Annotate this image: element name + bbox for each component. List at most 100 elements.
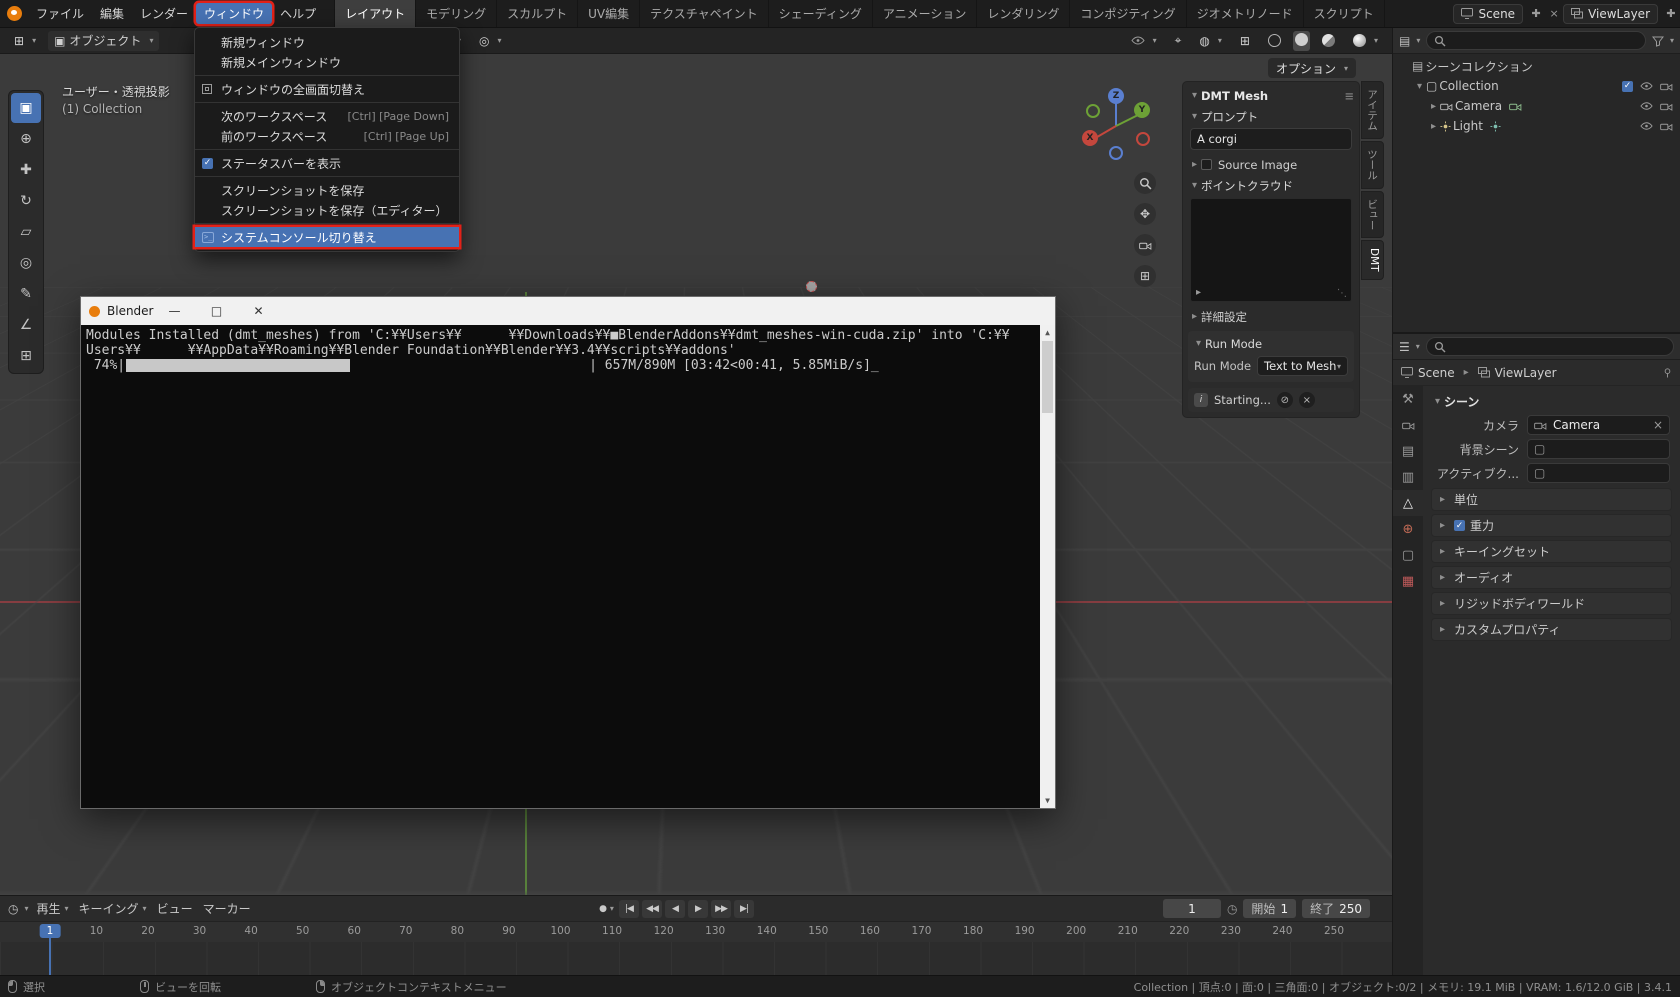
output-tab[interactable]: ▤ <box>1393 438 1423 464</box>
options-dropdown[interactable]: オプション ▾ <box>1267 58 1356 78</box>
section-キーイングセット[interactable]: ▸ キーイングセット <box>1431 540 1672 563</box>
menu-item[interactable]: 前のワークスペース [Ctrl] [Page Up] <box>195 126 459 146</box>
play-reverse-button[interactable]: ◀ <box>665 899 685 918</box>
editor-type-button[interactable]: ⊞ ▾ <box>8 31 42 51</box>
annotate-tool[interactable]: ✎ <box>11 279 41 309</box>
workspace-tab[interactable]: シェーディング <box>769 0 873 27</box>
shading-rendered-button[interactable]: ▾ <box>1347 31 1384 51</box>
camera-view-icon[interactable] <box>1134 234 1156 256</box>
menu-item[interactable]: 新規メインウィンドウ <box>195 52 459 72</box>
hide-eye-icon[interactable] <box>1640 122 1653 130</box>
menu-edit[interactable]: 編集 <box>92 3 132 24</box>
view-layer-selector[interactable]: ViewLayer <box>1563 3 1658 24</box>
timeline-editor-type-button[interactable]: ◷ ▾ <box>8 902 29 916</box>
system-console-window[interactable]: Blender — □ ✕ Modules Installed (dmt_mes… <box>80 296 1056 809</box>
scrollbar-thumb[interactable] <box>1042 341 1053 413</box>
menu-item[interactable]: 次のワークスペース [Ctrl] [Page Down] <box>195 106 459 126</box>
scene-selector[interactable]: Scene <box>1453 3 1524 24</box>
current-frame-field[interactable]: 1 <box>1162 899 1221 918</box>
new-view-layer-button[interactable]: ✚ <box>1662 4 1680 24</box>
breadcrumb-scene[interactable]: Scene <box>1418 366 1455 380</box>
workspace-tab[interactable]: ジオメトリノード <box>1187 0 1304 27</box>
expand-chevron-icon[interactable]: ▸ <box>1427 121 1440 132</box>
collection-tab[interactable]: ▢ <box>1393 542 1423 568</box>
minimize-button[interactable]: — <box>154 297 196 325</box>
jump-prev-keyframe-button[interactable]: ◀◀ <box>642 899 662 918</box>
gizmo-y-negative[interactable] <box>1086 104 1100 118</box>
timeline-ruler[interactable]: 1102030405060708090100110120130140150160… <box>0 922 1392 975</box>
workspace-tab[interactable]: コンポジティング <box>1070 0 1187 27</box>
measure-tool[interactable]: ∠ <box>11 310 41 340</box>
auto-keying-icon[interactable]: ● ▾ <box>596 900 616 918</box>
view-layer-tab[interactable]: ▥ <box>1393 464 1423 490</box>
pointcloud-preview[interactable]: ▸ ⋱ <box>1190 198 1352 302</box>
menu-help[interactable]: ヘルプ <box>272 3 324 24</box>
advanced-settings-row[interactable]: ▸ 詳細設定 <box>1186 306 1356 327</box>
mode-dropdown[interactable]: ▣ オブジェクト ▾ <box>48 30 160 51</box>
sidebar-tab-アイテム[interactable]: アイテム <box>1361 81 1384 139</box>
current-frame-line[interactable] <box>49 938 51 975</box>
scroll-up-icon[interactable]: ▲ <box>1045 325 1050 340</box>
workspace-tab[interactable]: UV編集 <box>578 0 641 27</box>
clear-icon[interactable]: × <box>1653 418 1663 432</box>
disable-render-camera-icon[interactable] <box>1660 82 1673 91</box>
ortho-toggle-icon[interactable]: ⊞ <box>1134 265 1156 287</box>
select-box-tool[interactable]: ▣ <box>11 93 41 123</box>
outliner-row-Light[interactable]: ▸ Light <box>1393 116 1680 136</box>
アクティブク...-field[interactable]: ▢ <box>1527 463 1670 483</box>
filter-button[interactable]: ▾ <box>1651 35 1674 47</box>
outliner-row-シーンコレクション[interactable]: ▤ シーンコレクション <box>1393 56 1680 76</box>
render-tab[interactable] <box>1393 412 1423 438</box>
disable-render-camera-icon[interactable] <box>1660 122 1673 131</box>
dmt-panel-header[interactable]: ▾ DMT Mesh ≡ <box>1186 85 1356 106</box>
blender-logo-icon[interactable] <box>7 6 22 21</box>
workspace-tab[interactable]: レンダリング <box>977 0 1071 27</box>
disable-render-camera-icon[interactable] <box>1660 102 1673 111</box>
workspace-tab[interactable]: テクスチャペイント <box>640 0 769 27</box>
menu-item[interactable]: スクリーンショットを保存（エディター） <box>195 200 459 220</box>
timeline-menu-再生[interactable]: 再生 ▾ <box>37 900 69 917</box>
timeline-menu-マーカー[interactable]: マーカー <box>203 900 251 917</box>
section-単位[interactable]: ▸ 単位 <box>1431 488 1672 511</box>
pin-icon[interactable] <box>1663 367 1672 379</box>
run-mode-dropdown[interactable]: Text to Mesh ▾ <box>1257 356 1348 376</box>
カメラ-field[interactable]: Camera × <box>1527 415 1670 435</box>
gizmo-y-axis[interactable]: Y <box>1134 102 1150 118</box>
xray-toggle[interactable]: ⊞ <box>1234 31 1256 51</box>
overlays-toggle[interactable]: ◍ ▾ <box>1193 31 1228 51</box>
current-frame-marker[interactable]: 1 <box>39 924 61 938</box>
timeline-menu-キーイング[interactable]: キーイング ▾ <box>79 900 147 917</box>
jump-last-button[interactable]: ▶| <box>734 899 754 918</box>
menu-render[interactable]: レンダー <box>132 3 196 24</box>
pan-hand-icon[interactable]: ✥ <box>1134 203 1156 225</box>
breadcrumb-view-layer[interactable]: ViewLayer <box>1495 366 1557 380</box>
prompt-input[interactable]: A corgi <box>1190 128 1352 150</box>
new-scene-button[interactable]: ✚ <box>1527 4 1545 24</box>
console-scrollbar[interactable]: ▲ ▼ <box>1040 325 1055 808</box>
workspace-tab[interactable]: アニメーション <box>873 0 978 27</box>
close-icon[interactable]: × <box>1298 392 1315 408</box>
shading-wireframe-button[interactable] <box>1262 31 1287 51</box>
play-forward-button[interactable]: ▶ <box>688 899 708 918</box>
navigation-gizmo[interactable]: Z Y X <box>1078 88 1154 164</box>
source-image-row[interactable]: ▸ Source Image <box>1186 154 1356 175</box>
menu-item[interactable]: 新規ウィンドウ <box>195 32 459 52</box>
hide-eye-icon[interactable] <box>1640 102 1653 110</box>
workspace-tab[interactable]: レイアウト <box>334 0 417 27</box>
transform-tool[interactable]: ◎ <box>11 248 41 278</box>
sidebar-tab-dmt[interactable]: DMT <box>1361 240 1384 280</box>
scene-tab[interactable]: △ <box>1393 490 1423 516</box>
console-title-bar[interactable]: Blender — □ ✕ <box>81 297 1055 325</box>
play-icon[interactable]: ▸ <box>1196 287 1201 298</box>
maximize-button[interactable]: □ <box>196 297 238 325</box>
run-mode-section-header[interactable]: ▾ Run Mode <box>1190 333 1352 354</box>
section-カスタムプロパティ[interactable]: ▸ カスタムプロパティ <box>1431 618 1672 641</box>
cursor-tool[interactable]: ⊕ <box>11 124 41 154</box>
menu-item[interactable]: ✓ ステータスバーを表示 <box>195 153 459 173</box>
section-リジッドボディワールド[interactable]: ▸ リジッドボディワールド <box>1431 592 1672 615</box>
timeline-track[interactable] <box>0 942 1392 975</box>
pointcloud-section-header[interactable]: ▾ ポイントクラウド <box>1186 175 1356 196</box>
menu-file[interactable]: ファイル <box>28 3 92 24</box>
cancel-icon[interactable]: ⊘ <box>1276 392 1293 408</box>
scroll-down-icon[interactable]: ▼ <box>1045 793 1050 808</box>
